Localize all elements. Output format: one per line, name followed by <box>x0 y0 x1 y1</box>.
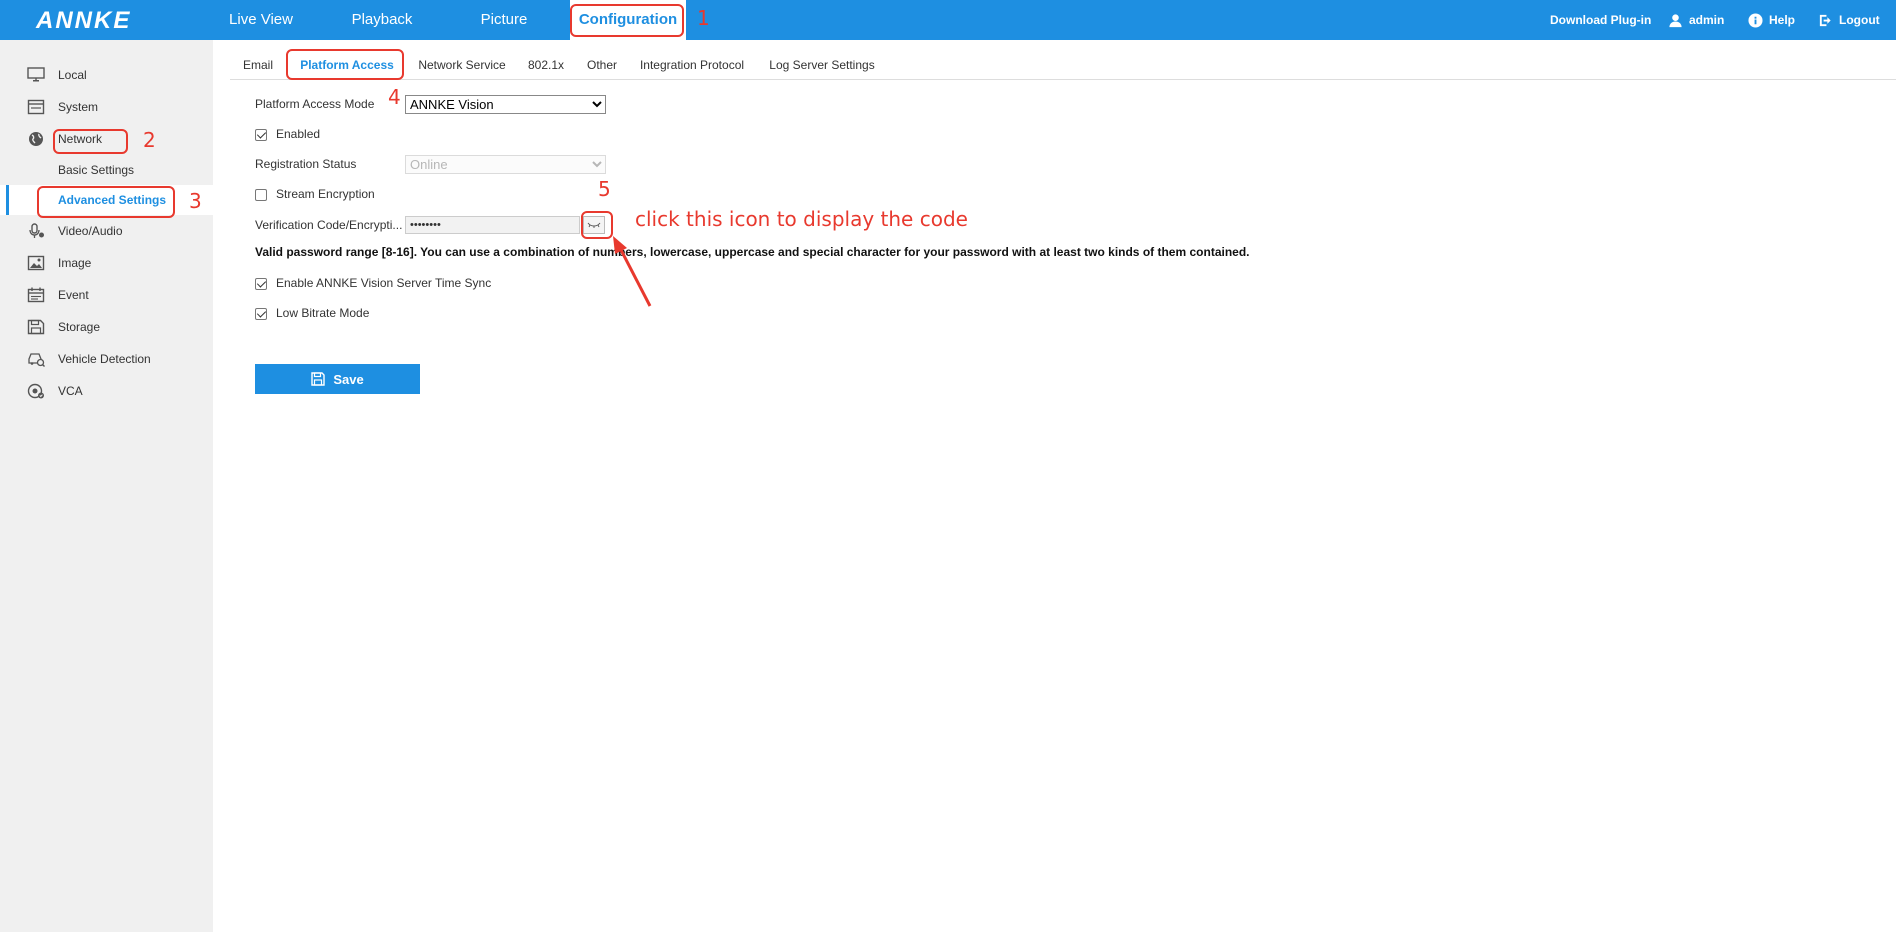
sidebar-item-image[interactable]: Image <box>0 248 213 278</box>
help-link[interactable]: Help <box>1748 0 1795 40</box>
logout-link[interactable]: Logout <box>1818 0 1880 40</box>
sidebar-label-storage: Storage <box>58 320 101 334</box>
low-bitrate-label: Low Bitrate Mode <box>276 306 370 320</box>
low-bitrate-checkbox[interactable] <box>255 308 267 320</box>
globe-icon <box>29 132 43 146</box>
eye-closed-icon <box>587 222 601 228</box>
registration-status-select: Online <box>405 155 606 174</box>
annotation-number-2: 2 <box>143 128 156 152</box>
sidebar-item-system[interactable]: System <box>0 92 213 122</box>
sidebar-label-network: Network <box>58 132 103 146</box>
logout-icon <box>1819 14 1831 26</box>
nav-configuration[interactable]: Configuration <box>570 0 686 40</box>
platform-access-mode-select[interactable]: ANNKE Vision <box>405 95 606 114</box>
user-name: admin <box>1689 13 1725 27</box>
sidebar-item-vehicle-detection[interactable]: Vehicle Detection <box>0 344 213 374</box>
sidebar-item-basic-settings[interactable]: Basic Settings <box>0 155 213 185</box>
sidebar-label-system: System <box>58 100 99 114</box>
monitor-icon <box>27 67 45 82</box>
tab-log-server-settings[interactable]: Log Server Settings <box>760 50 884 80</box>
sidebar-label-video-audio: Video/Audio <box>58 224 123 238</box>
tab-integration-protocol[interactable]: Integration Protocol <box>630 50 754 80</box>
user-icon <box>1669 13 1682 27</box>
microphone-icon <box>29 223 44 238</box>
image-icon <box>27 255 45 271</box>
storage-icon <box>27 319 45 335</box>
tab-platform-access[interactable]: Platform Access <box>292 50 402 80</box>
verification-code-input[interactable] <box>405 216 580 234</box>
save-label: Save <box>333 371 364 387</box>
sidebar-label-vehicle-detection: Vehicle Detection <box>58 352 151 366</box>
vca-icon <box>27 383 44 399</box>
download-plugin-label: Download Plug-in <box>1550 13 1652 27</box>
info-icon <box>1748 12 1763 28</box>
sidebar-item-network[interactable]: Network <box>0 124 213 154</box>
annotation-number-1: 1 <box>697 6 710 30</box>
password-hint: Valid password range [8-16]. You can use… <box>255 245 1250 259</box>
sidebar-item-local[interactable]: Local <box>0 60 213 90</box>
tab-other[interactable]: Other <box>580 50 624 80</box>
annotation-instruction: click this icon to display the code <box>635 207 968 231</box>
user-menu[interactable]: admin <box>1668 0 1724 40</box>
sidebar-label-event: Event <box>58 288 89 302</box>
nav-playback[interactable]: Playback <box>336 0 428 40</box>
settings-tabs: Email Platform Access Network Service 80… <box>230 50 1896 80</box>
vehicle-search-icon <box>28 353 45 367</box>
sidebar-item-vca[interactable]: VCA <box>0 376 213 406</box>
sidebar-item-video-audio[interactable]: Video/Audio <box>0 216 213 246</box>
annotation-number-3: 3 <box>189 189 202 213</box>
system-icon <box>27 99 45 115</box>
time-sync-checkbox[interactable] <box>255 278 267 290</box>
help-label: Help <box>1769 13 1796 27</box>
floppy-disk-icon <box>311 372 326 386</box>
sidebar-label-image: Image <box>58 256 92 270</box>
sidebar: Local System Network Basic Settings Adva… <box>0 40 213 932</box>
registration-status-label: Registration Status <box>255 157 357 171</box>
stream-encryption-checkbox[interactable] <box>255 189 267 201</box>
sidebar-label-local: Local <box>58 68 87 82</box>
nav-picture[interactable]: Picture <box>458 0 550 40</box>
show-password-button[interactable] <box>583 216 605 234</box>
enabled-checkbox[interactable] <box>255 129 267 141</box>
verification-code-label: Verification Code/Encrypti... <box>255 218 403 232</box>
logout-label: Logout <box>1839 13 1880 27</box>
time-sync-label: Enable ANNKE Vision Server Time Sync <box>276 276 492 290</box>
enabled-label: Enabled <box>276 127 321 141</box>
sidebar-item-advanced-settings[interactable]: Advanced Settings <box>0 185 213 215</box>
platform-access-mode-label: Platform Access Mode <box>255 97 375 111</box>
tab-network-service[interactable]: Network Service <box>410 50 514 80</box>
sidebar-item-storage[interactable]: Storage <box>0 312 213 342</box>
stream-encryption-label: Stream Encryption <box>276 187 375 201</box>
annotation-number-5: 5 <box>598 177 611 201</box>
download-plugin-link[interactable]: Download Plug-in <box>1550 0 1651 40</box>
sidebar-label-vca: VCA <box>58 384 83 398</box>
sidebar-label-advanced-settings: Advanced Settings <box>58 193 167 207</box>
annotation-number-4: 4 <box>388 85 401 109</box>
save-button[interactable]: Save <box>255 364 420 394</box>
tab-802-1x[interactable]: 802.1x <box>520 50 572 80</box>
tab-email[interactable]: Email <box>230 50 286 80</box>
sidebar-item-event[interactable]: Event <box>0 280 213 310</box>
nav-live-view[interactable]: Live View <box>215 0 307 40</box>
annke-logo: ANNKE <box>36 7 132 34</box>
calendar-icon <box>27 287 45 303</box>
top-navigation-bar: ANNKE Live View Playback Picture Configu… <box>0 0 1896 40</box>
sidebar-label-basic-settings: Basic Settings <box>58 163 135 177</box>
